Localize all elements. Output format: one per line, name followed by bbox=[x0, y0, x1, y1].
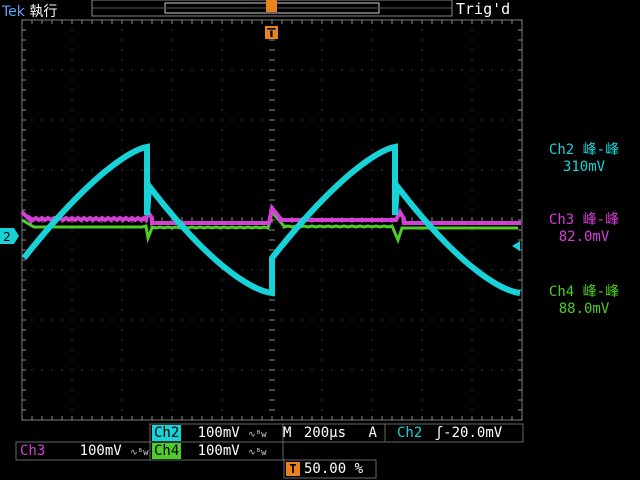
bandwidth-limit-icon: ∿ᴮw bbox=[248, 448, 267, 458]
trigger-position-icon: T bbox=[286, 462, 300, 476]
trigger-position-readout[interactable]: T 50.00 % bbox=[286, 461, 363, 477]
trigger-type: A bbox=[368, 425, 377, 441]
measurement-ch2-value: 310mV bbox=[562, 159, 606, 175]
ch3-tag: Ch3 bbox=[20, 443, 46, 459]
ch2-ground-marker[interactable]: 2 bbox=[0, 228, 19, 244]
ch4-tag: Ch4 bbox=[152, 443, 182, 459]
bandwidth-limit-icon: ∿ᴮw bbox=[130, 448, 149, 458]
measurement-ch4-value: 88.0mV bbox=[558, 301, 610, 317]
measurement-ch3-value: 82.0mV bbox=[558, 229, 610, 245]
ch2-tag: Ch2 bbox=[152, 425, 182, 441]
timebase-scale: 200µs bbox=[303, 425, 347, 441]
ch4-scale: 100mV bbox=[197, 443, 240, 459]
svg-text:T: T bbox=[267, 26, 276, 40]
ch2-scale-readout[interactable]: Ch2 100mV ∿ᴮw bbox=[152, 425, 267, 441]
ch3-scale-readout[interactable]: Ch3 100mV ∿ᴮw bbox=[18, 443, 149, 459]
measurement-ch2-label: Ch2 峰-峰 bbox=[548, 142, 620, 158]
ch4-scale-readout[interactable]: Ch4 100mV ∿ᴮw bbox=[152, 443, 267, 459]
measurement-ch3: Ch3 峰-峰 82.0mV bbox=[530, 212, 638, 246]
rising-edge-icon: ʃ bbox=[434, 425, 444, 441]
trigger-level: -20.0mV bbox=[443, 425, 503, 441]
ch2-scale: 100mV bbox=[197, 425, 240, 441]
measurement-ch2: Ch2 峰-峰 310mV bbox=[530, 142, 638, 176]
measurement-ch4-label: Ch4 峰-峰 bbox=[548, 284, 620, 300]
measurement-ch4: Ch4 峰-峰 88.0mV bbox=[530, 284, 638, 318]
timebase-mode: M bbox=[283, 425, 292, 441]
timebase-readout[interactable]: M 200µs A bbox=[283, 425, 377, 441]
trigger-readout[interactable]: Ch2 ʃ-20.0mV bbox=[397, 425, 502, 441]
trigger-position-value: 50.00 % bbox=[304, 461, 364, 477]
measurement-ch3-label: Ch3 峰-峰 bbox=[548, 212, 620, 228]
ch3-scale: 100mV bbox=[79, 443, 122, 459]
trigger-level-marker[interactable] bbox=[512, 241, 520, 251]
svg-text:2: 2 bbox=[3, 230, 11, 244]
trigger-source: Ch2 bbox=[397, 425, 423, 441]
bandwidth-limit-icon: ∿ᴮw bbox=[248, 430, 267, 440]
